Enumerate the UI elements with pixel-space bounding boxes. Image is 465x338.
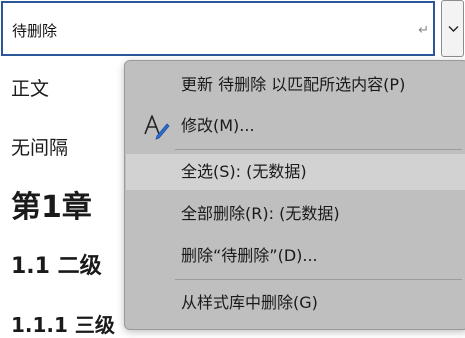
gallery-item-heading-3[interactable]: 1.1.1 三级 — [11, 312, 115, 338]
menu-item-remove-all[interactable]: 全部删除(R): (无数据) — [126, 196, 465, 232]
menu-separator — [175, 149, 462, 150]
gallery-item-no-spacing[interactable]: 无间隔 — [11, 135, 68, 161]
style-name-value: 待删除 — [12, 22, 58, 40]
chevron-down-icon — [448, 26, 459, 32]
menu-item-delete-style[interactable]: 删除“待删除”(D)... — [126, 238, 465, 274]
menu-item-label: 删除“待删除”(D)... — [181, 246, 318, 265]
menu-item-label: 从样式库中删除(G) — [181, 293, 318, 312]
menu-item-label: 修改(M)... — [181, 116, 255, 135]
menu-item-label: 全选(S): (无数据) — [181, 162, 307, 181]
menu-item-remove-from-gallery[interactable]: 从样式库中删除(G) — [126, 285, 465, 321]
menu-separator — [175, 279, 462, 280]
menu-item-label: 更新 待删除 以匹配所选内容(P) — [181, 75, 406, 94]
gallery-item-heading-1[interactable]: 第1章 — [11, 188, 92, 228]
menu-item-update-style[interactable]: 更新 待删除 以匹配所选内容(P) — [126, 67, 465, 103]
paragraph-return-icon: ↵ — [418, 23, 429, 38]
gallery-item-heading-2[interactable]: 1.1 二级 — [11, 252, 102, 282]
menu-item-label: 全部删除(R): (无数据) — [181, 204, 340, 223]
menu-item-select-all[interactable]: 全选(S): (无数据) — [126, 154, 465, 190]
style-name-box[interactable]: 待删除 ↵ — [1, 1, 435, 56]
style-context-menu: 更新 待删除 以匹配所选内容(P) 修改(M)... 全选(S): (无数据) … — [124, 60, 465, 330]
gallery-item-normal[interactable]: 正文 — [11, 76, 49, 102]
menu-item-modify[interactable]: 修改(M)... — [126, 108, 465, 144]
style-dropdown-button[interactable] — [441, 0, 464, 57]
modify-style-icon — [142, 112, 170, 144]
